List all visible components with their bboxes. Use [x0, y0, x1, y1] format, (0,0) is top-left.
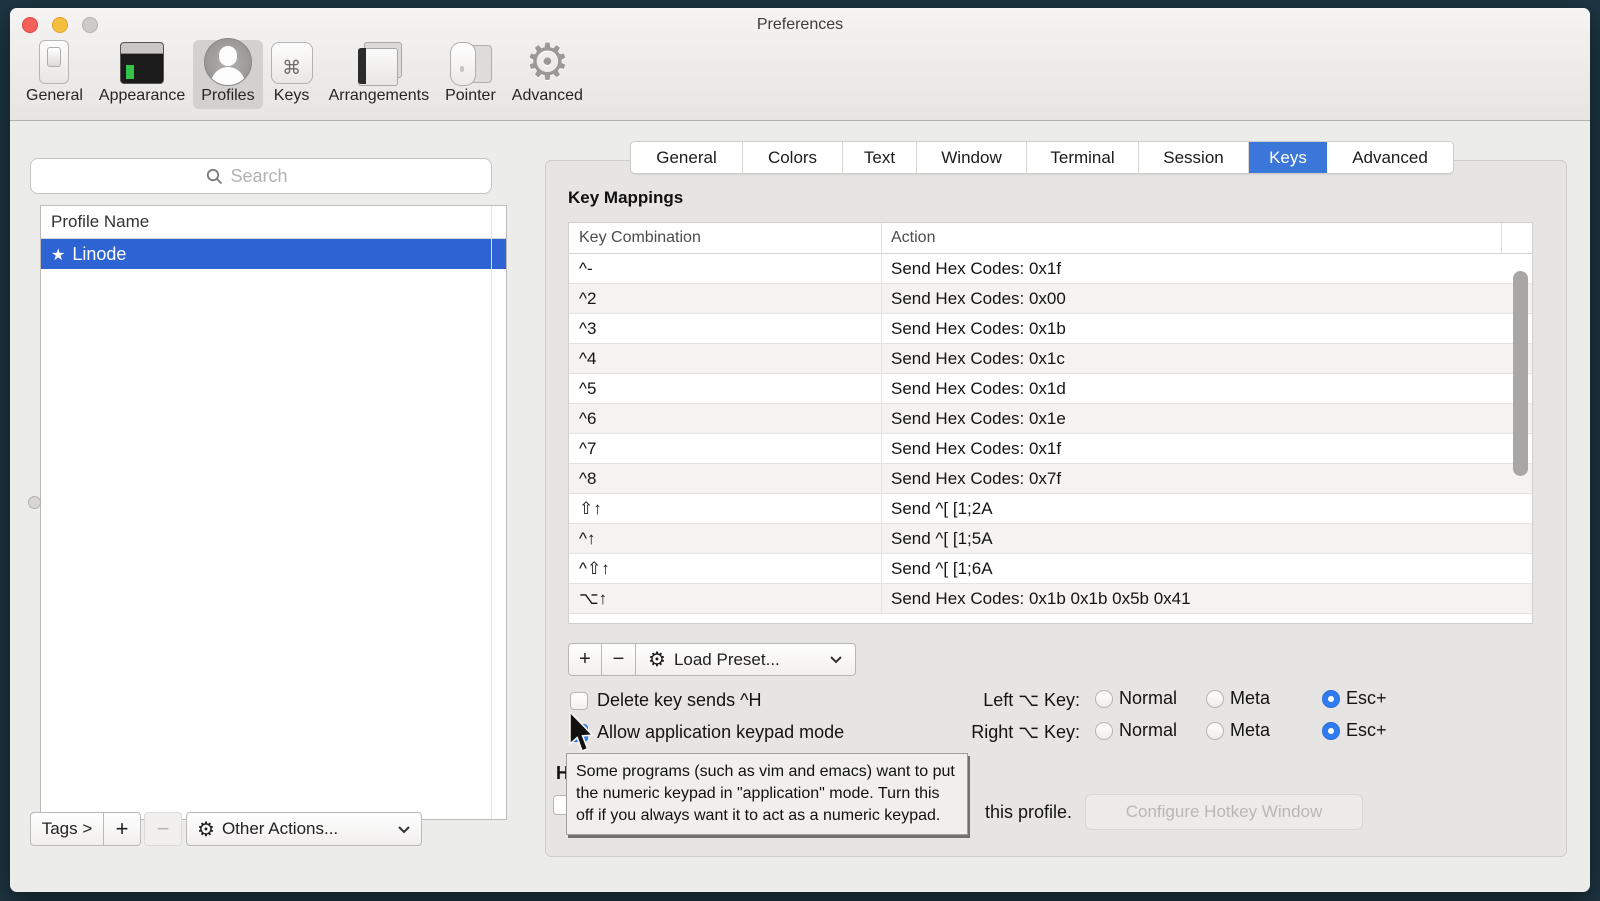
profile-row-linode[interactable]: ★ Linode: [41, 239, 506, 269]
add-profile-button[interactable]: +: [103, 812, 141, 846]
left-option-meta-radio[interactable]: Meta: [1206, 688, 1270, 709]
window-title: Preferences: [10, 16, 1590, 34]
table-row[interactable]: ^6Send Hex Codes: 0x1e: [569, 404, 1532, 434]
profiles-person-icon: [204, 40, 252, 84]
profile-name: Linode: [72, 244, 126, 264]
desktop-background: Preferences General Appearance Profiles: [0, 0, 1600, 901]
tab-terminal[interactable]: Terminal: [1027, 142, 1139, 173]
profile-list-column-divider: [491, 206, 492, 819]
table-row[interactable]: ^5Send Hex Codes: 0x1d: [569, 374, 1532, 404]
left-option-esc-radio[interactable]: Esc+: [1322, 688, 1387, 709]
appearance-window-icon: [120, 42, 164, 84]
mapping-controls: + − ⚙ Load Preset...: [568, 643, 856, 676]
key-mappings-heading: Key Mappings: [568, 188, 683, 208]
star-icon: ★: [51, 247, 65, 264]
tags-toggle-button[interactable]: Tags >: [30, 812, 104, 846]
table-row[interactable]: ^4Send Hex Codes: 0x1c: [569, 344, 1532, 374]
hotkey-profile-text-partial: this profile.: [985, 802, 1072, 823]
other-actions-dropdown[interactable]: ⚙ Other Actions...: [186, 812, 422, 846]
chevron-down-icon: [397, 825, 411, 834]
toolbar-item-general[interactable]: General: [18, 40, 91, 109]
table-row[interactable]: ⌥↑Send Hex Codes: 0x1b 0x1b 0x5b 0x41: [569, 584, 1532, 614]
right-option-meta-radio[interactable]: Meta: [1206, 720, 1270, 741]
table-row[interactable]: ⇧↑Send ^[ [1;2A: [569, 494, 1532, 524]
table-row[interactable]: ^-Send Hex Codes: 0x1f: [569, 254, 1532, 284]
tab-session[interactable]: Session: [1139, 142, 1249, 173]
left-option-key-label: Left ⌥ Key:: [940, 690, 1080, 711]
configure-hotkey-window-button[interactable]: Configure Hotkey Window: [1085, 794, 1363, 830]
mouse-cursor-icon: [568, 712, 598, 756]
profile-list-header: Profile Name: [41, 206, 506, 239]
table-row[interactable]: ^↑Send ^[ [1;5A: [569, 524, 1532, 554]
toolbar-item-arrangements[interactable]: Arrangements: [321, 40, 438, 109]
search-icon: [206, 168, 223, 185]
profile-tabs: General Colors Text Window Terminal Sess…: [630, 141, 1454, 174]
load-preset-dropdown[interactable]: ⚙ Load Preset...: [636, 643, 856, 676]
right-option-esc-radio[interactable]: Esc+: [1322, 720, 1387, 741]
search-input[interactable]: [229, 165, 317, 188]
tab-text[interactable]: Text: [843, 142, 917, 173]
key-mappings-table: Key Combination Action ^-Send Hex Codes:…: [568, 222, 1533, 624]
toolbar-item-advanced[interactable]: ⚙ Advanced: [504, 40, 591, 109]
table-header: Key Combination Action: [569, 223, 1532, 254]
preferences-toolbar: General Appearance Profiles ⌘ Keys: [18, 40, 591, 118]
keys-command-icon: ⌘: [271, 42, 313, 84]
delete-key-checkbox[interactable]: Delete key sends ^H: [570, 690, 762, 711]
add-mapping-button[interactable]: +: [568, 643, 602, 676]
pointer-mouse-icon: [448, 42, 492, 84]
advanced-gear-icon: ⚙: [525, 40, 570, 84]
general-switch-icon: [39, 40, 69, 84]
remove-profile-button[interactable]: −: [144, 812, 182, 846]
tab-general[interactable]: General: [631, 142, 743, 173]
tab-window[interactable]: Window: [917, 142, 1027, 173]
gear-icon: ⚙: [648, 647, 666, 672]
window-chrome: Preferences General Appearance Profiles: [10, 8, 1590, 121]
pane-splitter-handle[interactable]: [28, 496, 41, 509]
preferences-window: Preferences General Appearance Profiles: [10, 8, 1590, 892]
toolbar-item-appearance[interactable]: Appearance: [91, 40, 193, 109]
arrangements-windows-icon: [356, 42, 402, 84]
column-header-key-combination[interactable]: Key Combination: [579, 223, 701, 253]
table-row[interactable]: ^2Send Hex Codes: 0x00: [569, 284, 1532, 314]
table-row[interactable]: ^8Send Hex Codes: 0x7f: [569, 464, 1532, 494]
table-row[interactable]: ^3Send Hex Codes: 0x1b: [569, 314, 1532, 344]
toolbar-item-pointer[interactable]: Pointer: [437, 40, 504, 109]
table-scrollbar[interactable]: [1513, 271, 1528, 476]
toolbar-item-keys[interactable]: ⌘ Keys: [263, 40, 321, 109]
tab-keys[interactable]: Keys: [1249, 142, 1327, 173]
table-row[interactable]: ^⇧↑Send ^[ [1;6A: [569, 554, 1532, 584]
keypad-mode-checkbox[interactable]: ✓ Allow application keypad mode: [570, 722, 844, 743]
chevron-down-icon: [829, 655, 843, 664]
checkbox-unchecked: [570, 692, 588, 710]
right-option-normal-radio[interactable]: Normal: [1095, 720, 1177, 741]
gear-icon: ⚙: [197, 817, 215, 842]
left-option-normal-radio[interactable]: Normal: [1095, 688, 1177, 709]
remove-mapping-button[interactable]: −: [602, 643, 636, 676]
toolbar-item-profiles[interactable]: Profiles: [193, 40, 262, 109]
column-header-action[interactable]: Action: [891, 223, 935, 253]
profile-list: Profile Name ★ Linode: [40, 205, 507, 820]
tab-colors[interactable]: Colors: [743, 142, 843, 173]
right-option-key-label: Right ⌥ Key:: [940, 722, 1080, 743]
keypad-mode-tooltip: Some programs (such as vim and emacs) wa…: [566, 753, 968, 835]
profile-search-field[interactable]: [30, 158, 492, 194]
table-row[interactable]: ^7Send Hex Codes: 0x1f: [569, 434, 1532, 464]
tab-advanced[interactable]: Advanced: [1327, 142, 1453, 173]
